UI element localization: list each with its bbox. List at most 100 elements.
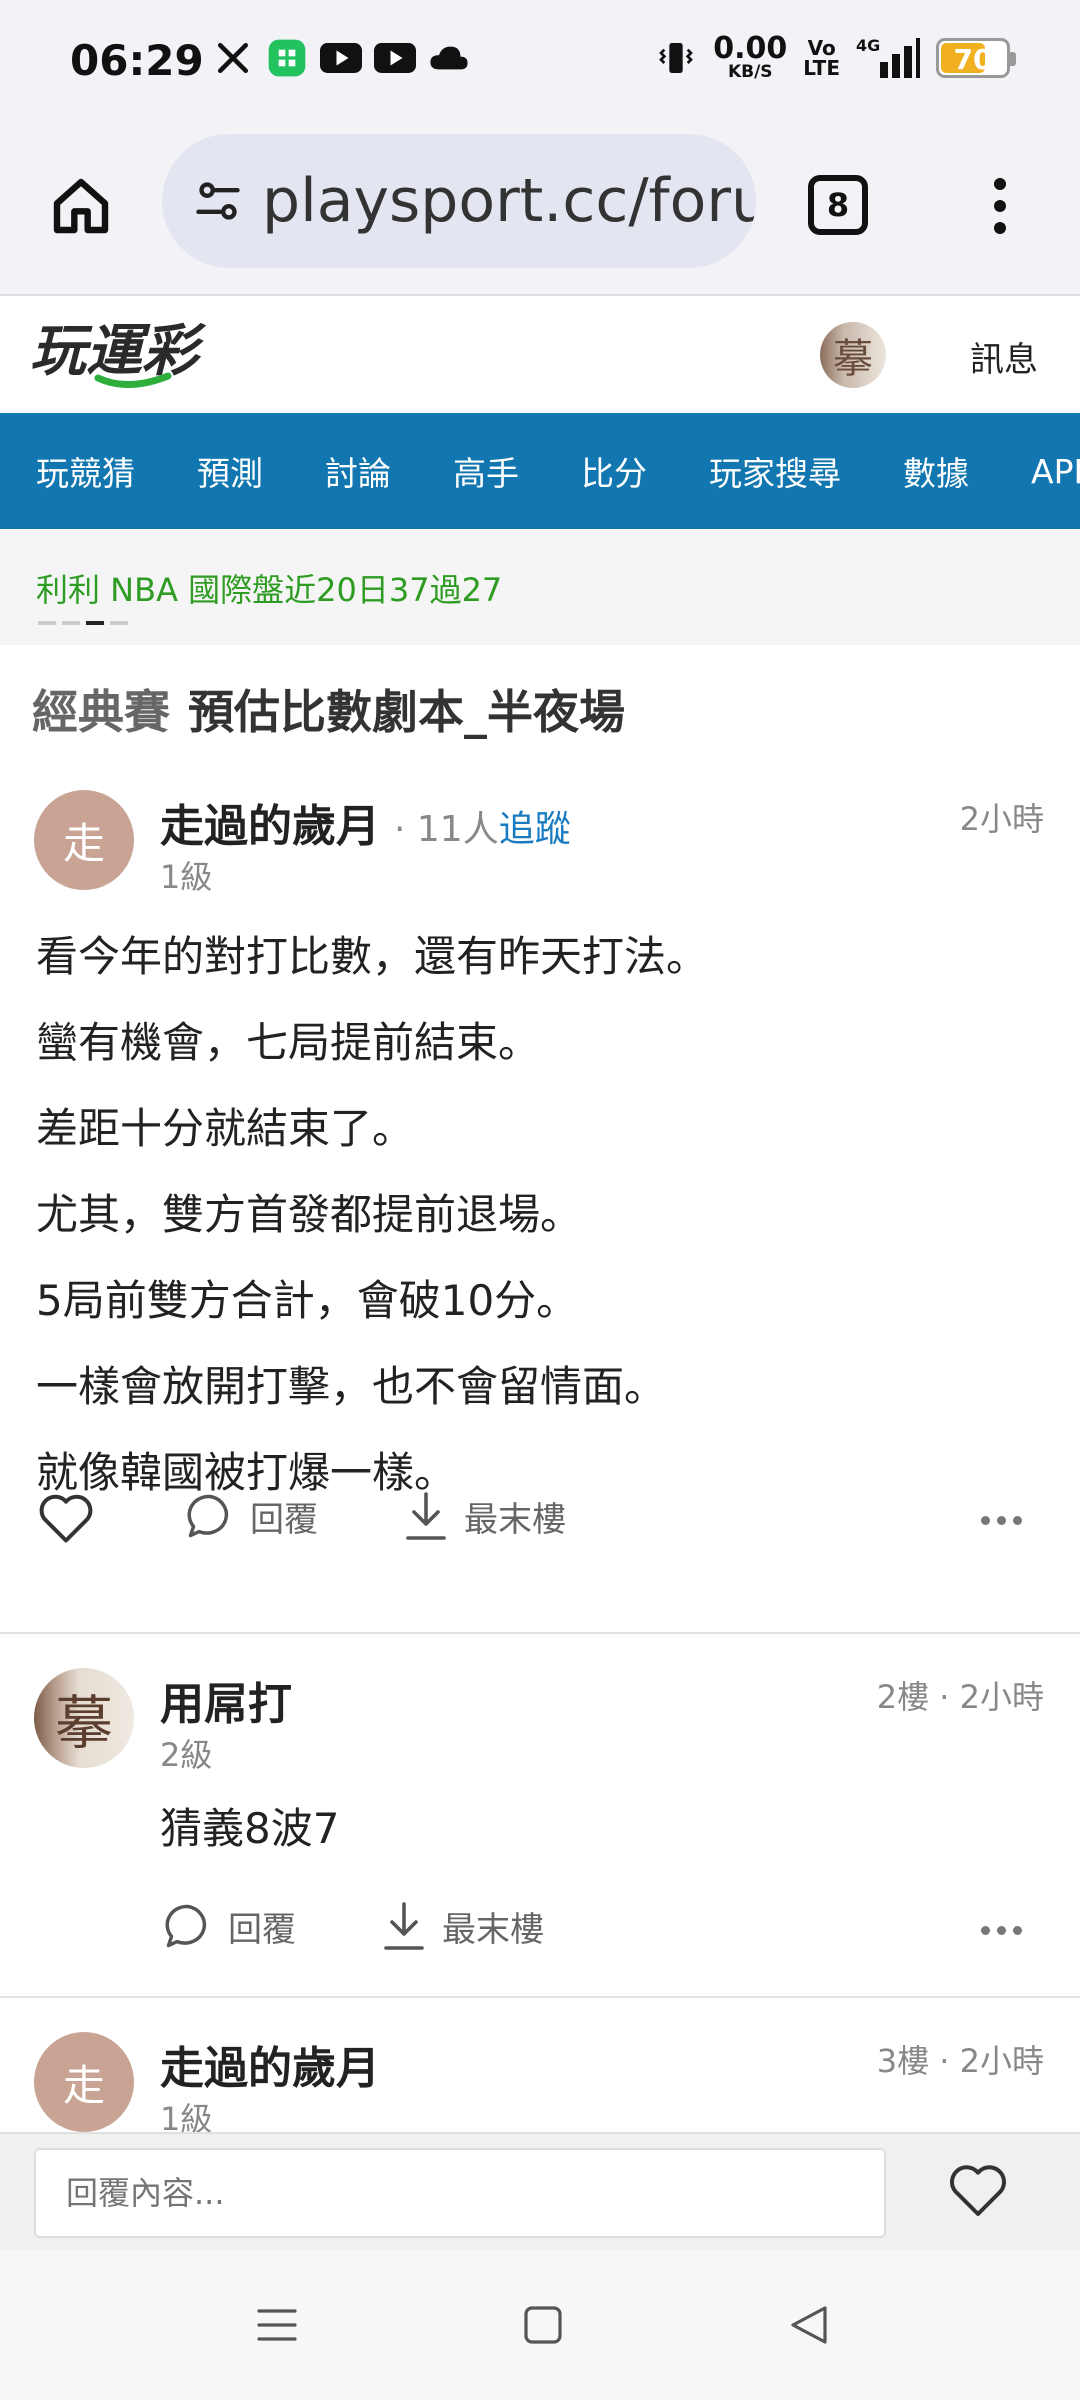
reply-bar [0, 2132, 1080, 2250]
ticker-pager [38, 621, 128, 625]
post-line: 5局前雙方合計，會破10分。 [36, 1276, 579, 1325]
author-name[interactable]: 用屌打 [160, 1668, 292, 1732]
site-header: 玩運彩 摹 訊息 [0, 298, 1080, 413]
post-body: 看今年的對打比數，還有昨天打法。 蠻有機會，七局提前結束。 差距十分就結束了。 … [36, 914, 708, 1516]
comment-icon [187, 1494, 229, 1538]
ticker-text[interactable]: 利利 NBA 國際盤近20日37過27 [36, 565, 502, 611]
tab-switcher-button[interactable]: 8 [808, 175, 868, 235]
volte-top: Vo [807, 35, 836, 60]
nav-item-guess[interactable]: 玩競猜 [36, 447, 135, 495]
heart-icon [950, 2165, 1006, 2216]
last-floor-label: 最末樓 [464, 1499, 566, 1540]
reply-button[interactable]: 回覆 [184, 1490, 318, 1542]
download-arrow-icon [384, 1902, 424, 1950]
browser-toolbar: playsport.cc/foru 8 [0, 126, 1080, 296]
more-options-icon[interactable] [981, 1516, 1022, 1525]
follow-link[interactable]: 追蹤 [499, 809, 571, 850]
ticker-banner: 利利 NBA 國際盤近20日37過27 [0, 529, 1080, 645]
battery-indicator: 70 [936, 37, 1016, 78]
post-time: 3樓 · 2小時 [876, 2042, 1044, 2080]
post: 走 走過的歲月 · 11人追蹤 1級 2小時 看今年的對打比數，還有昨天打法。 蠻… [0, 790, 1080, 1590]
url-bar[interactable]: playsport.cc/foru [162, 134, 756, 268]
cloud-icon [428, 40, 470, 76]
site-settings-icon[interactable] [190, 173, 246, 229]
thread-title-text: 預估比數劇本_半夜場 [188, 685, 625, 739]
recents-button[interactable] [242, 2290, 312, 2360]
net-speed-unit: KB/S [727, 62, 773, 82]
vibrate-icon [655, 40, 697, 76]
pager-dot-active [86, 621, 104, 625]
reply-input[interactable] [34, 2148, 886, 2238]
post-actions: 回覆 最末樓 [0, 1490, 1080, 1560]
nav-item-scores[interactable]: 比分 [581, 447, 647, 495]
nav-item-player-search[interactable]: 玩家搜尋 [709, 447, 841, 495]
main-nav: 玩競猜 預測 討論 高手 比分 玩家搜尋 數據 APP [0, 413, 1080, 529]
reply-label: 回覆 [250, 1499, 318, 1540]
last-floor-button[interactable]: 最末樓 [380, 1900, 544, 1952]
user-avatar-glyph: 摹 [833, 336, 873, 382]
nav-item-data[interactable]: 數據 [903, 447, 969, 495]
follower-count: · 11人 [394, 809, 499, 850]
heart-icon [39, 1494, 93, 1543]
reply-label: 回覆 [228, 1909, 296, 1950]
author-avatar[interactable]: 摹 [34, 1668, 134, 1768]
post: 走 走過的歲月 1級 3樓 · 2小時 [0, 2032, 1080, 2132]
like-thread-button[interactable] [946, 2160, 1010, 2224]
divider [0, 1632, 1080, 1634]
post-actions: 回覆 最末樓 [0, 1900, 1080, 1970]
thread-title: 經典賽 預估比數劇本_半夜場 [32, 676, 625, 742]
nav-item-experts[interactable]: 高手 [453, 447, 519, 495]
post-line: 尤其，雙方首發都提前退場。 [36, 1190, 583, 1239]
youtube-icon [374, 40, 416, 76]
author-avatar-glyph: 摹 [54, 1689, 113, 1757]
more-options-icon[interactable] [981, 1926, 1022, 1935]
messages-link[interactable]: 訊息 [970, 332, 1038, 381]
post: 摹 用屌打 2級 2樓 · 2小時 猜義8波7 回覆 最末樓 [0, 1668, 1080, 1968]
net-speed-value: 0.00 [713, 31, 788, 66]
nav-item-discuss[interactable]: 討論 [325, 447, 391, 495]
author-avatar[interactable]: 走 [34, 2032, 134, 2132]
youtube-icon [320, 40, 362, 76]
post-line: 猜義8波7 [160, 1804, 340, 1853]
back-triangle-icon [791, 2306, 827, 2344]
pager-dot [38, 621, 56, 625]
user-avatar[interactable]: 摹 [820, 322, 886, 388]
post-line: 看今年的對打比數，還有昨天打法。 [36, 932, 709, 981]
home-button[interactable] [46, 166, 116, 246]
system-nav-bar [0, 2250, 1080, 2400]
thread-category[interactable]: 經典賽 [32, 685, 170, 739]
line-app-icon [266, 39, 308, 77]
url-text[interactable]: playsport.cc/foru [262, 166, 756, 236]
last-floor-button[interactable]: 最末樓 [402, 1490, 566, 1542]
reply-button[interactable]: 回覆 [162, 1900, 296, 1952]
divider [0, 1996, 1080, 1998]
author-avatar[interactable]: 走 [34, 790, 134, 890]
author-name[interactable]: 走過的歲月 [160, 801, 380, 852]
nav-item-predict[interactable]: 預測 [197, 447, 263, 495]
site-logo[interactable]: 玩運彩 [28, 316, 228, 396]
author-level: 1級 [160, 2100, 213, 2132]
post-time: 2小時 [959, 800, 1044, 838]
author-name-row: 走過的歲月 · 11人追蹤 [160, 790, 571, 854]
download-arrow-icon [406, 1492, 446, 1540]
volte-bottom: LTE [803, 55, 840, 80]
like-button[interactable] [36, 1490, 96, 1546]
pager-dot [110, 621, 128, 625]
author-level: 2級 [160, 1736, 213, 1774]
signal-icon: 4G [856, 36, 920, 78]
back-button[interactable] [774, 2290, 844, 2360]
battery-nub [1010, 51, 1016, 66]
x-icon [212, 40, 254, 76]
notification-icons [212, 39, 470, 77]
post-line: 蠻有機會，七局提前結束。 [36, 1018, 541, 1067]
home-icon [53, 178, 109, 234]
post-line: 差距十分就結束了。 [36, 1104, 415, 1153]
nav-item-app[interactable]: APP [1031, 452, 1080, 491]
post-line: 一樣會放開打擊，也不會留情面。 [36, 1362, 667, 1411]
square-icon [524, 2306, 562, 2344]
comment-icon [165, 1904, 207, 1948]
author-name[interactable]: 走過的歲月 [160, 2032, 380, 2096]
browser-menu-button[interactable] [980, 166, 1020, 246]
home-system-button[interactable] [508, 2290, 578, 2360]
follower-info: · 11人追蹤 [394, 809, 571, 850]
